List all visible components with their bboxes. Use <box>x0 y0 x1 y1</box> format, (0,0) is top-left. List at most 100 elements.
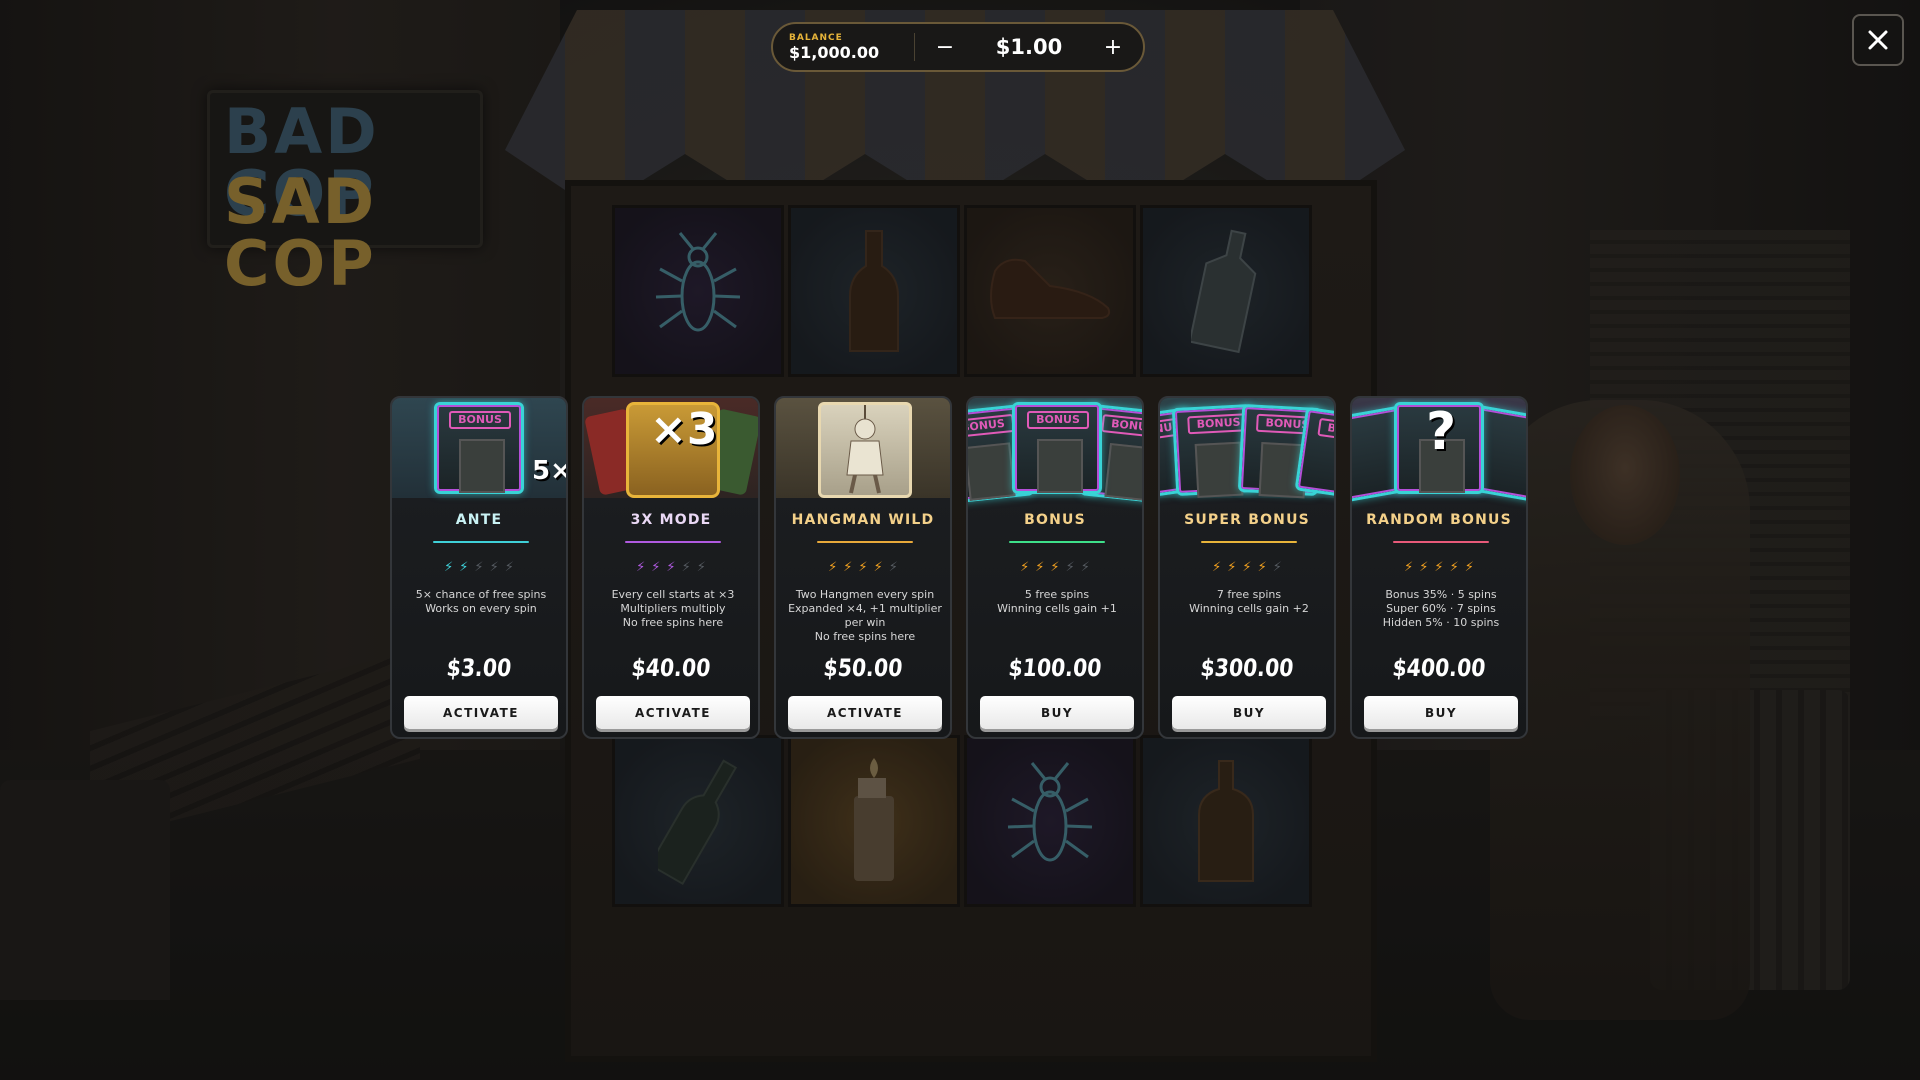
card-rating: ⚡ ⚡ ⚡ ⚡ ⚡ <box>1352 560 1526 575</box>
door-icon <box>459 439 505 493</box>
card-hangman-art <box>776 398 950 498</box>
feature-cards: BONUS 5× ANTE ⚡ ⚡ ⚡ ⚡ ⚡ 5× chance of free sp… <box>390 396 1530 739</box>
card-rating: ⚡ ⚡ ⚡ ⚡ ⚡ <box>968 560 1142 575</box>
balance-value: $1,000.00 <box>789 42 880 62</box>
lightning-bolt-icon: ⚡ <box>1035 560 1045 575</box>
lightning-bolt-icon: ⚡ <box>1080 560 1090 575</box>
lightning-bolt-icon: ⚡ <box>444 560 454 575</box>
hangman-icon <box>846 405 884 494</box>
card-accent-line <box>433 541 529 543</box>
lightning-bolt-icon: ⚡ <box>858 560 868 575</box>
description-line: 5× chance of free spins <box>415 588 547 601</box>
card-hangman-wild: HANGMAN WILD ⚡ ⚡ ⚡ ⚡ ⚡ Two Hangmen every spi… <box>774 396 952 739</box>
card-price: $100.00 <box>1007 654 1103 682</box>
lightning-bolt-icon: ⚡ <box>1212 560 1222 575</box>
buy-super-bonus-button[interactable]: BUY <box>1172 696 1326 729</box>
card-description: 5× chance of free spins Works on every sp… <box>402 588 560 616</box>
balance-display: BALANCE $1,000.00 <box>773 32 914 62</box>
door-icon <box>1194 441 1244 498</box>
card-random-bonus: ? RANDOM BONUS ⚡ ⚡ ⚡ ⚡ ⚡ Bonus 35% · 5 spins… <box>1350 396 1528 739</box>
door-icon <box>968 442 1016 501</box>
description-line: 5 free spins <box>1024 588 1090 601</box>
lightning-bolt-icon: ⚡ <box>651 560 661 575</box>
description-line: Winning cells gain +1 <box>997 602 1117 615</box>
balance-label: BALANCE <box>789 32 843 43</box>
card-rating: ⚡ ⚡ ⚡ ⚡ ⚡ <box>1160 560 1334 575</box>
card-description: 7 free spins Winning cells gain +2 <box>1170 588 1328 616</box>
card-accent-line <box>1393 541 1489 543</box>
art-badge: 5× <box>532 456 568 486</box>
lightning-bolt-icon: ⚡ <box>489 560 499 575</box>
buy-random-bonus-button[interactable]: BUY <box>1364 696 1518 729</box>
card-description: Two Hangmen every spin Expanded ×4, +1 mu… <box>786 588 944 644</box>
card-bonus: BONUS BONUS BONUS BONUS ⚡ ⚡ ⚡ ⚡ ⚡ 5 free spi… <box>966 396 1144 739</box>
lightning-bolt-icon: ⚡ <box>666 560 676 575</box>
card-accent-line <box>1009 541 1105 543</box>
card-rating: ⚡ ⚡ ⚡ ⚡ ⚡ <box>392 560 566 575</box>
lightning-bolt-icon: ⚡ <box>843 560 853 575</box>
bet-amount: $1.00 <box>995 35 1063 59</box>
card-rating: ⚡ ⚡ ⚡ ⚡ ⚡ <box>584 560 758 575</box>
description-line: No free spins here <box>814 630 916 643</box>
bonus-tag: BONUS <box>1101 414 1142 439</box>
card-accent-line <box>817 541 913 543</box>
description-line: Every cell starts at ×3 <box>611 588 735 601</box>
hangman-frame <box>818 402 912 498</box>
card-description: Bonus 35% · 5 spins Super 60% · 7 spins Hi… <box>1362 588 1520 630</box>
bonus-tag: BONUS <box>1027 411 1089 429</box>
card-ante: BONUS 5× ANTE ⚡ ⚡ ⚡ ⚡ ⚡ 5× chance of free sp… <box>390 396 568 739</box>
lightning-bolt-icon: ⚡ <box>828 560 838 575</box>
description-line: 7 free spins <box>1216 588 1282 601</box>
card-rating: ⚡ ⚡ ⚡ ⚡ ⚡ <box>776 560 950 575</box>
activate-hangman-wild-button[interactable]: ACTIVATE <box>788 696 942 729</box>
door-icon <box>1104 442 1142 502</box>
close-icon <box>1868 30 1888 50</box>
lightning-bolt-icon: ⚡ <box>474 560 484 575</box>
buy-bonus-button[interactable]: BUY <box>980 696 1134 729</box>
description-line: No free spins here <box>622 616 724 629</box>
card-price: $300.00 <box>1199 654 1295 682</box>
lightning-bolt-icon: ⚡ <box>1272 560 1282 575</box>
decrease-bet-button[interactable]: − <box>915 24 975 70</box>
description-line: Winning cells gain +2 <box>1189 602 1309 615</box>
lightning-bolt-icon: ⚡ <box>1050 560 1060 575</box>
lightning-bolt-icon: ⚡ <box>1404 560 1414 575</box>
card-title: HANGMAN WILD <box>791 512 935 528</box>
lightning-bolt-icon: ⚡ <box>1464 560 1474 575</box>
description-line: Hidden 5% · 10 spins <box>1382 616 1500 629</box>
lightning-bolt-icon: ⚡ <box>681 560 691 575</box>
lightning-bolt-icon: ⚡ <box>1434 560 1444 575</box>
activate-ante-button[interactable]: ACTIVATE <box>404 696 558 729</box>
card-super-bonus: BONUS BONUS BONUS BONUS SUPER BONUS ⚡ ⚡ ⚡ ⚡… <box>1158 396 1336 739</box>
lightning-bolt-icon: ⚡ <box>888 560 898 575</box>
description-line: per win <box>844 616 886 629</box>
bonus-door-icon-center: BONUS <box>1012 402 1102 494</box>
bet-bar: BALANCE $1,000.00 − $1.00 + <box>771 22 1145 72</box>
card-price: $400.00 <box>1391 654 1487 682</box>
art-badge: ×3 <box>650 404 718 455</box>
card-bonus-art: BONUS BONUS BONUS <box>968 398 1142 505</box>
card-title: ANTE <box>455 512 503 528</box>
card-3x-mode: ×3 3X MODE ⚡ ⚡ ⚡ ⚡ ⚡ Every cell starts at ×3… <box>582 396 760 739</box>
activate-3x-mode-button[interactable]: ACTIVATE <box>596 696 750 729</box>
card-price: $40.00 <box>630 654 712 682</box>
lightning-bolt-icon: ⚡ <box>1449 560 1459 575</box>
card-accent-line <box>625 541 721 543</box>
card-description: 5 free spins Winning cells gain +1 <box>978 588 1136 616</box>
card-title: SUPER BONUS <box>1184 512 1310 528</box>
card-title: RANDOM BONUS <box>1366 512 1512 528</box>
lightning-bolt-icon: ⚡ <box>696 560 706 575</box>
increase-bet-button[interactable]: + <box>1083 24 1143 70</box>
card-accent-line <box>1201 541 1297 543</box>
description-line: Works on every spin <box>425 602 537 615</box>
description-line: Super 60% · 7 spins <box>1386 602 1496 615</box>
lightning-bolt-icon: ⚡ <box>504 560 514 575</box>
lightning-bolt-icon: ⚡ <box>459 560 469 575</box>
question-mark-icon: ? <box>1426 402 1457 462</box>
lightning-bolt-icon: ⚡ <box>1419 560 1429 575</box>
lightning-bolt-icon: ⚡ <box>1020 560 1030 575</box>
close-button[interactable] <box>1852 14 1904 66</box>
card-random-bonus-art: ? <box>1352 398 1526 503</box>
lightning-bolt-icon: ⚡ <box>636 560 646 575</box>
bonus-tag: BONUS <box>968 413 1015 439</box>
